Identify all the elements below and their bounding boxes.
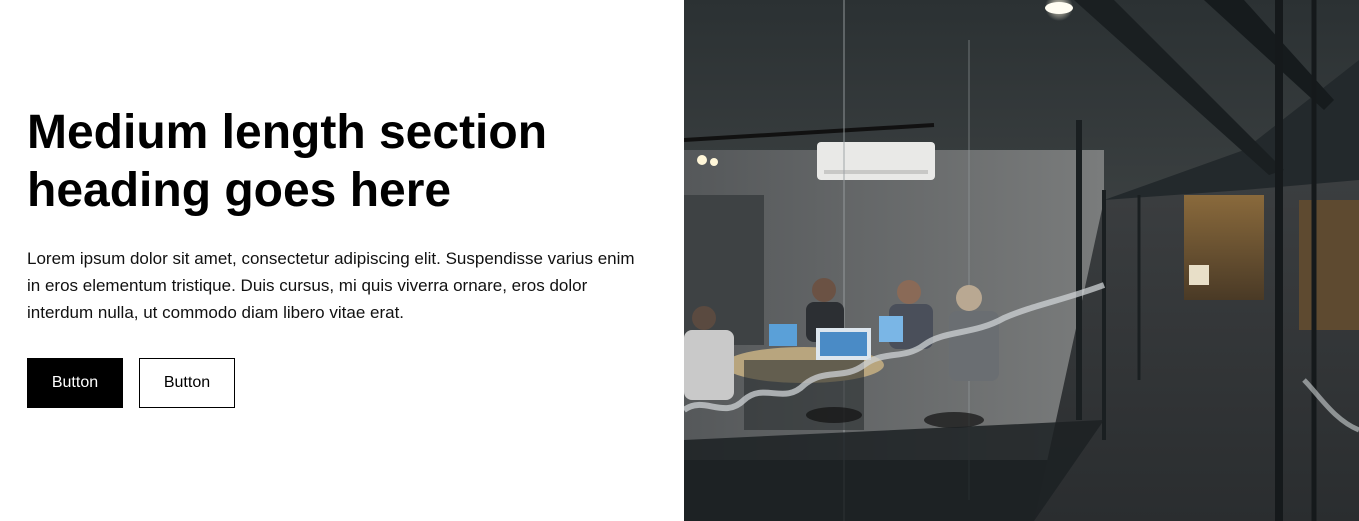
primary-button[interactable]: Button bbox=[27, 358, 123, 408]
hero-content: Medium length section heading goes here … bbox=[0, 0, 684, 521]
section-heading: Medium length section heading goes here bbox=[27, 106, 548, 217]
secondary-button[interactable]: Button bbox=[139, 358, 235, 408]
hero-section: Medium length section heading goes here … bbox=[0, 0, 1359, 521]
section-body-text: Lorem ipsum dolor sit amet, consectetur … bbox=[27, 249, 635, 322]
hero-image bbox=[684, 0, 1359, 521]
office-meeting-photo bbox=[684, 0, 1359, 521]
